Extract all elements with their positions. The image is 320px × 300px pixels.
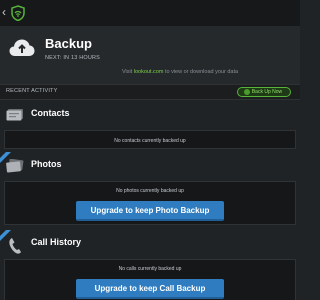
cloud-upload-icon (9, 39, 35, 56)
page-title: Backup (45, 36, 92, 51)
call-history-title: Call History (31, 237, 82, 247)
photos-panel: No photos currently backed up Upgrade to… (4, 181, 296, 225)
visit-prefix: Visit (121, 69, 134, 75)
call-history-panel: No calls currently backed up Upgrade to … (4, 259, 296, 300)
contacts-card-icon (6, 109, 23, 121)
next-backup-time: NEXT: IN 13 HOURS (45, 55, 101, 61)
contacts-title: Contacts (31, 108, 70, 118)
contacts-empty-message: No contacts currently backed up (114, 138, 186, 144)
upgrade-call-backup-button[interactable]: Upgrade to keep Call Backup (76, 279, 224, 299)
photos-empty-message: No photos currently backed up (116, 188, 184, 194)
back-up-now-label: Back Up Now (251, 89, 283, 95)
calls-empty-message: No calls currently backed up (118, 266, 182, 272)
top-bar (0, 0, 300, 26)
lookout-shield-icon[interactable] (11, 5, 25, 21)
refresh-icon (243, 89, 250, 95)
visit-suffix: to view or download your data (163, 69, 239, 75)
photos-title: Photos (31, 159, 62, 169)
back-up-now-button[interactable]: Back Up Now (237, 87, 291, 97)
visit-info: Visit lookout.com to view or download yo… (0, 68, 300, 76)
photos-icon (6, 159, 24, 173)
lookout-link[interactable]: lookout.com (134, 69, 164, 75)
back-icon[interactable]: ‹ (2, 5, 10, 19)
recent-activity-label: RECENT ACTIVITY (6, 88, 58, 94)
contacts-panel: No contacts currently backed up (4, 130, 296, 149)
phone-icon (9, 238, 21, 254)
upgrade-photo-backup-button[interactable]: Upgrade to keep Photo Backup (76, 201, 224, 221)
